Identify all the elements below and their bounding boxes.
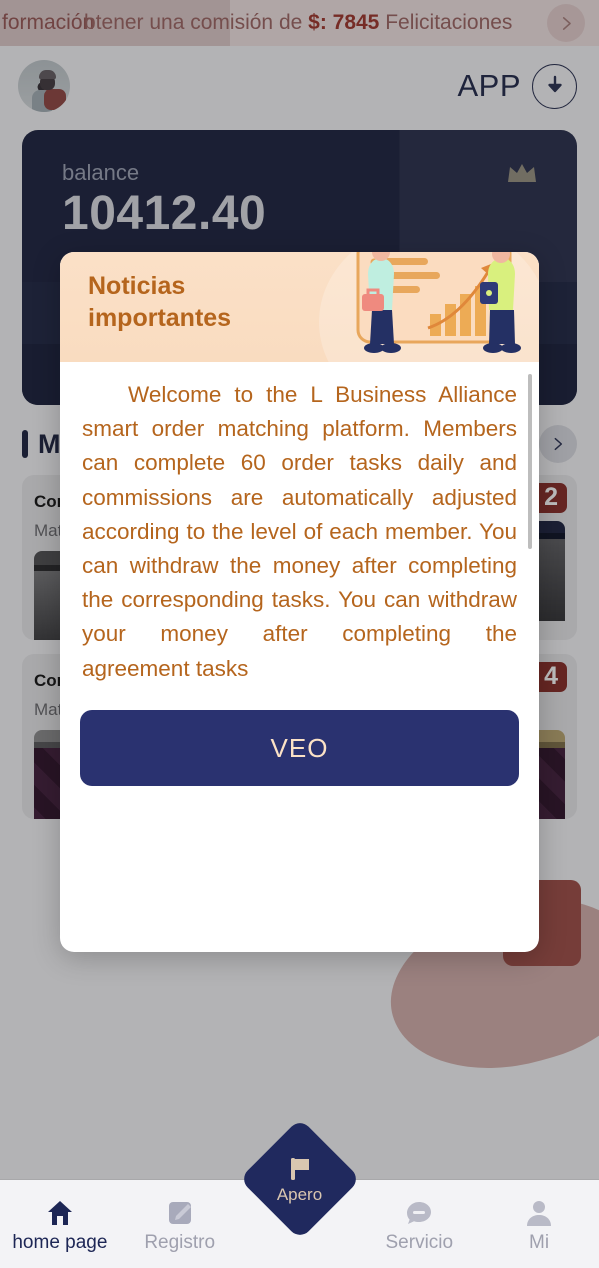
news-modal-footer: VEO [60, 692, 539, 786]
news-modal-title: Noticias importantes [88, 272, 232, 332]
modal-scrollbar-thumb[interactable] [528, 374, 532, 549]
chat-support-icon [404, 1194, 434, 1228]
crown-icon [508, 164, 536, 182]
business-chart-illustration [356, 252, 521, 353]
marquee-suffix: Felicitaciones [379, 11, 513, 34]
balance-value: 10412.40 [62, 187, 267, 240]
nav-item-mi-label: Mi [529, 1232, 550, 1253]
avatar-cap [39, 70, 56, 79]
nav-center-button[interactable]: Apero [238, 1118, 361, 1240]
avatar[interactable] [18, 60, 70, 112]
home-icon [45, 1194, 75, 1228]
app-label: APP [457, 68, 521, 103]
vip-badge-num-2: 2 [544, 483, 558, 511]
person-icon [524, 1194, 554, 1228]
nav-center-content: Apero [257, 1136, 343, 1222]
app-screen: formación btener una comisión de $: 7845… [0, 0, 599, 1268]
section-accent-bar [22, 430, 28, 458]
news-modal: Noticias importantes Welcome to the L Bu… [60, 252, 539, 952]
section-next-button[interactable] [539, 425, 577, 463]
nav-item-registro-label: Registro [144, 1232, 216, 1253]
marquee-text-primary: btener una comisión de $: 7845 Felicitac… [84, 11, 512, 35]
news-modal-text: Welcome to the L Business Alliance smart… [82, 382, 517, 681]
nav-center-label: Apero [276, 1184, 323, 1204]
nav-item-mi[interactable]: Mi [479, 1194, 599, 1254]
marquee-text-secondary: formación [2, 11, 95, 34]
marquee-amount: $: 7845 [308, 11, 380, 34]
notification-marquee[interactable]: formación btener una comisión de $: 7845… [0, 0, 599, 46]
app-download-group[interactable]: APP [457, 63, 577, 109]
flag-icon [290, 1157, 309, 1180]
avatar-backpack [44, 89, 66, 110]
confirm-button[interactable]: VEO [80, 710, 519, 786]
balance-label: balance [62, 160, 140, 185]
nav-item-servicio-label: Servicio [385, 1232, 454, 1253]
header-bar: APP [0, 46, 599, 126]
news-modal-header: Noticias importantes [60, 252, 539, 362]
nav-item-servicio[interactable]: Servicio [359, 1194, 479, 1254]
download-arrow-icon [547, 75, 562, 93]
chevron-right-icon [554, 437, 563, 451]
chevron-right-icon [562, 16, 571, 30]
marquee-next-button[interactable] [547, 4, 585, 42]
nav-item-home-label: home page [12, 1232, 108, 1253]
download-button[interactable] [532, 63, 577, 109]
nav-item-home[interactable]: home page [0, 1194, 120, 1254]
note-edit-icon [165, 1194, 195, 1228]
marquee-prefix: btener una comisión de [84, 11, 309, 34]
vip-badge-num-4: 4 [544, 662, 558, 690]
nav-item-registro[interactable]: Registro [120, 1194, 240, 1254]
news-modal-body: Welcome to the L Business Alliance smart… [60, 362, 539, 692]
